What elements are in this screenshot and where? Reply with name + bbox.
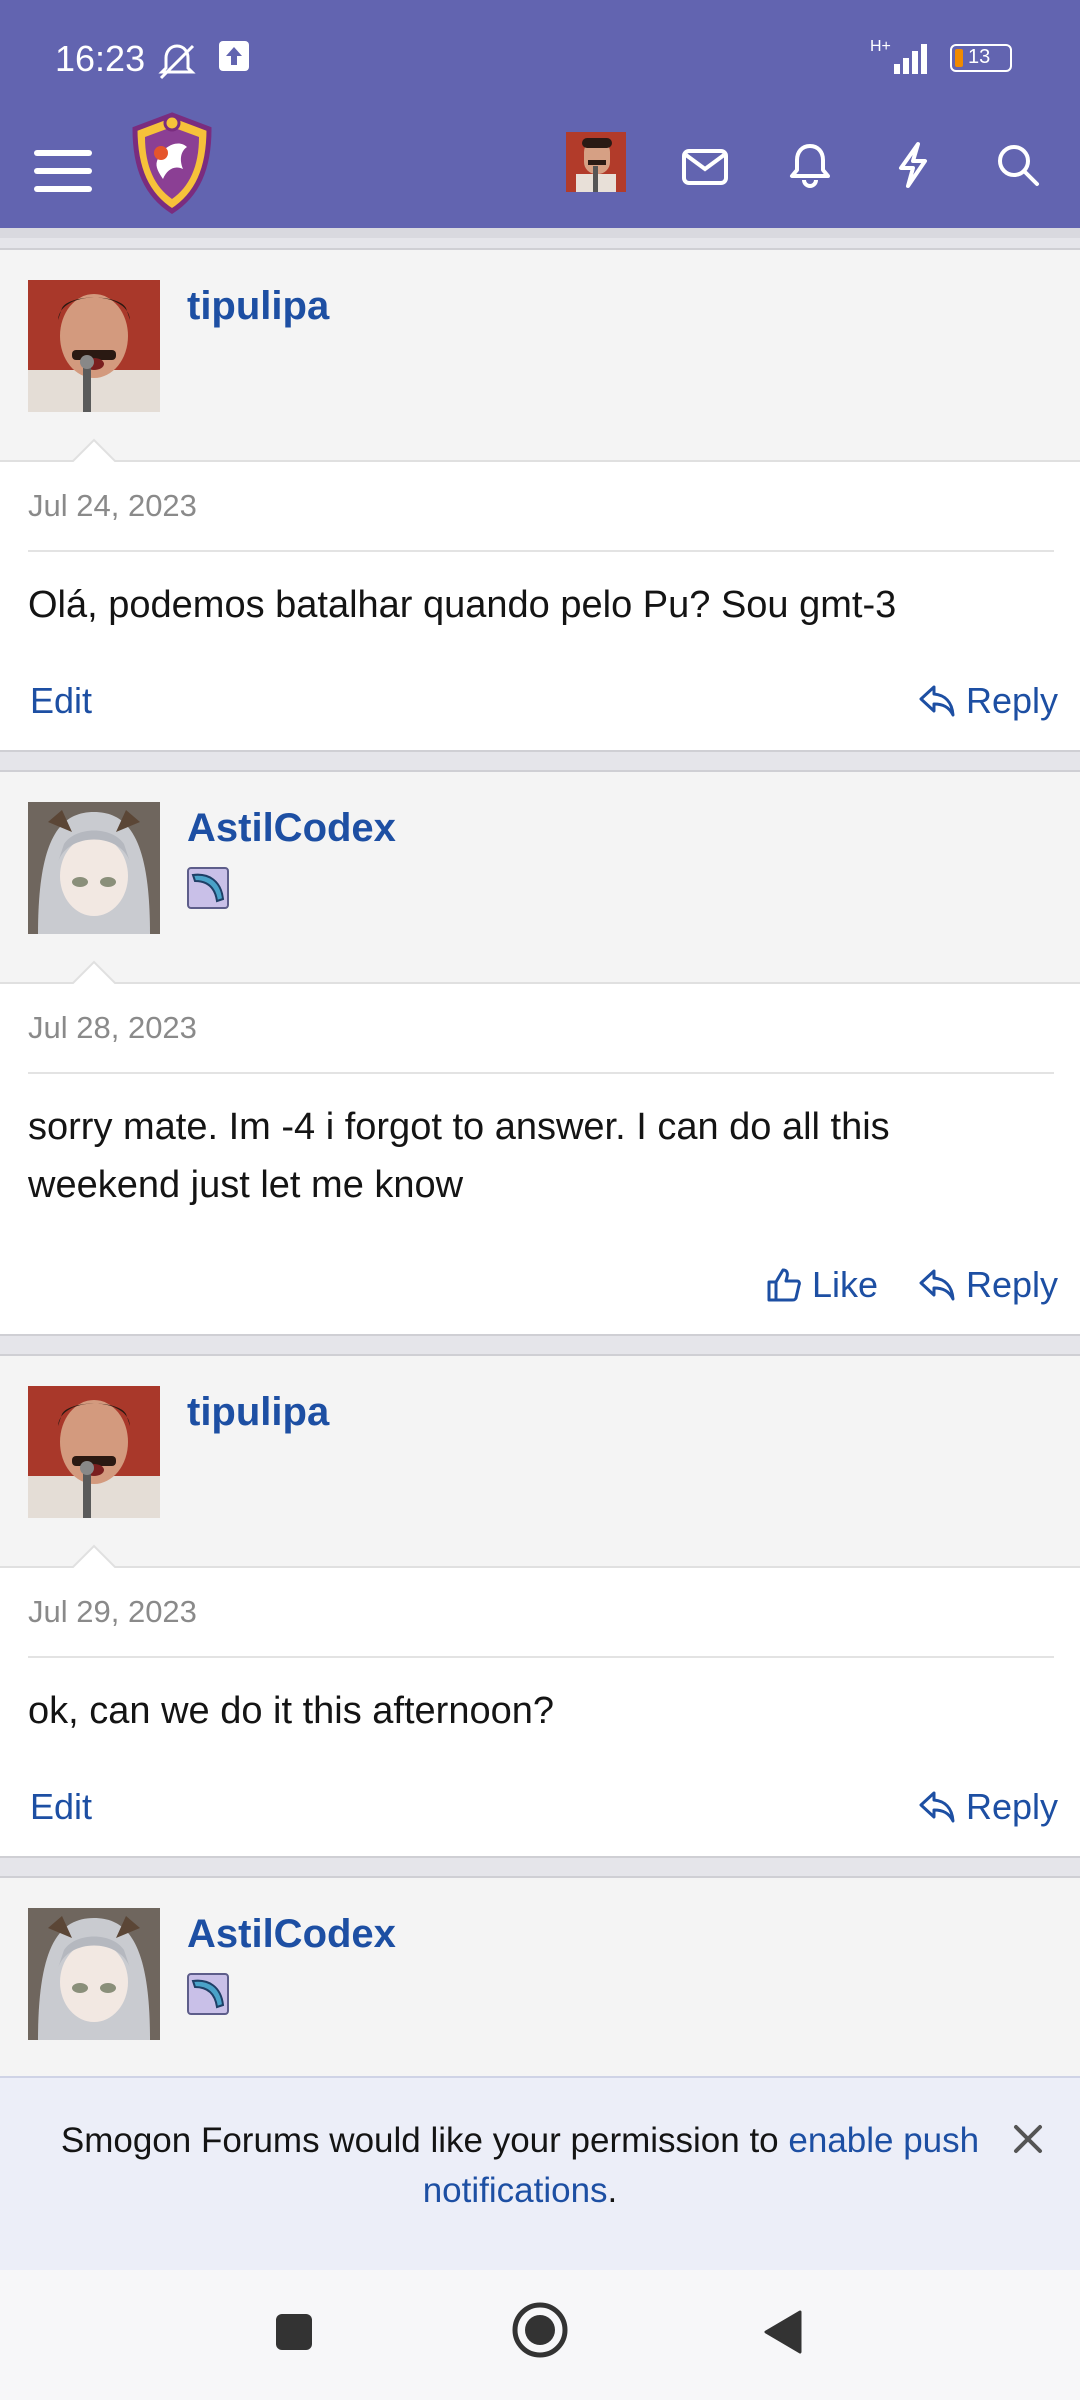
user-avatar-image — [28, 280, 160, 412]
post-date[interactable]: Jul 29, 2023 — [28, 1594, 197, 1630]
avatar[interactable] — [28, 1908, 160, 2040]
edit-button[interactable]: Edit — [30, 680, 92, 722]
post-date[interactable]: Jul 28, 2023 — [28, 1010, 197, 1046]
post-author-header: AstilCodex — [0, 772, 1080, 984]
post-username[interactable]: tipulipa — [187, 1390, 329, 1435]
reply-label: Reply — [966, 1264, 1059, 1305]
post-body: Olá, podemos batalhar quando pelo Pu? So… — [28, 584, 897, 626]
like-label: Like — [812, 1264, 879, 1305]
avatar[interactable] — [28, 802, 160, 934]
edit-label: Edit — [30, 680, 93, 721]
bell-icon — [790, 144, 830, 188]
envelope-icon — [682, 149, 728, 185]
user-avatar-image — [28, 802, 160, 934]
post-author-header: AstilCodex — [0, 1878, 1080, 2090]
back-button[interactable] — [760, 2308, 808, 2356]
silent-alarm-icon — [158, 44, 196, 80]
user-badge-icon — [187, 867, 229, 909]
post-username[interactable]: AstilCodex — [187, 1912, 396, 1957]
user-avatar-image — [28, 1386, 160, 1518]
close-icon — [1014, 2125, 1042, 2153]
whats-new-button[interactable] — [878, 130, 948, 200]
post-divider — [28, 550, 1054, 552]
post-author-header: tipulipa — [0, 250, 1080, 462]
home-button[interactable] — [510, 2300, 570, 2360]
square-icon — [276, 2314, 312, 2350]
post-author-header: tipulipa — [0, 1356, 1080, 1568]
lightning-bolt-icon — [899, 142, 927, 188]
message-post: tipulipa Jul 24, 2023 Olá, podemos batal… — [0, 248, 1080, 752]
push-banner-message: Smogon Forums would like your permission… — [60, 2121, 779, 2160]
thumbs-up-icon — [767, 1268, 801, 1302]
reply-button[interactable]: Reply — [918, 680, 1058, 722]
user-avatar-image — [28, 1908, 160, 2040]
app-header: 16:23 H+ 13 — [0, 0, 1080, 228]
user-badge-icon — [187, 1973, 229, 2015]
site-logo[interactable] — [125, 108, 219, 218]
alerts-button[interactable] — [775, 130, 845, 200]
post-pointer-arrow — [72, 960, 116, 984]
system-navigation-bar — [0, 2270, 1080, 2400]
push-notification-banner: Smogon Forums would like your permission… — [0, 2076, 1080, 2272]
smogon-logo-icon — [132, 112, 212, 214]
reply-button[interactable]: Reply — [918, 1786, 1058, 1828]
push-banner-text: Smogon Forums would like your permission… — [40, 2116, 1000, 2216]
close-banner-button[interactable] — [1005, 2116, 1051, 2162]
push-banner-suffix: . — [607, 2171, 618, 2210]
status-time: 16:23 — [55, 38, 146, 79]
nav-underline — [0, 228, 1080, 238]
reply-arrow-icon — [919, 1269, 955, 1301]
signal-icon — [894, 44, 927, 74]
reply-label: Reply — [966, 680, 1059, 721]
post-date[interactable]: Jul 24, 2023 — [28, 488, 197, 524]
status-bar: 16:23 H+ 13 — [0, 0, 1080, 120]
avatar[interactable] — [28, 1386, 160, 1518]
edit-button[interactable]: Edit — [30, 1786, 92, 1828]
nav-bar — [0, 112, 1080, 228]
account-avatar-button[interactable] — [566, 132, 626, 192]
post-divider — [28, 1656, 1054, 1658]
reply-button[interactable]: Reply — [918, 1264, 1058, 1306]
search-icon — [998, 145, 1039, 186]
back-triangle-icon — [764, 2310, 802, 2354]
upload-notification-icon — [219, 41, 249, 71]
inbox-button[interactable] — [670, 132, 740, 202]
hamburger-icon — [34, 150, 92, 192]
recent-apps-button[interactable] — [272, 2310, 316, 2354]
like-button[interactable]: Like — [766, 1264, 878, 1306]
home-circle-icon — [512, 2302, 568, 2358]
post-body: ok, can we do it this afternoon? — [28, 1690, 554, 1732]
message-post: AstilCodex Jul 28, 2023 sorry mate. Im -… — [0, 770, 1080, 1336]
user-avatar-image — [566, 132, 626, 192]
reply-arrow-icon — [919, 1791, 955, 1823]
avatar[interactable] — [28, 280, 160, 412]
post-body: sorry mate. Im -4 i forgot to answer. I … — [28, 1106, 890, 1206]
menu-button[interactable] — [28, 136, 98, 206]
post-divider — [28, 1072, 1054, 1074]
battery-icon: 13 — [950, 44, 1012, 72]
reply-label: Reply — [966, 1786, 1059, 1827]
reply-arrow-icon — [919, 685, 955, 717]
search-button[interactable] — [983, 130, 1053, 200]
battery-level: 13 — [968, 46, 991, 68]
post-username[interactable]: tipulipa — [187, 284, 329, 329]
edit-label: Edit — [30, 1786, 93, 1827]
post-pointer-arrow — [72, 438, 116, 462]
post-pointer-arrow — [72, 1544, 116, 1568]
post-username[interactable]: AstilCodex — [187, 806, 396, 851]
message-post: tipulipa Jul 29, 2023 ok, can we do it t… — [0, 1354, 1080, 1858]
